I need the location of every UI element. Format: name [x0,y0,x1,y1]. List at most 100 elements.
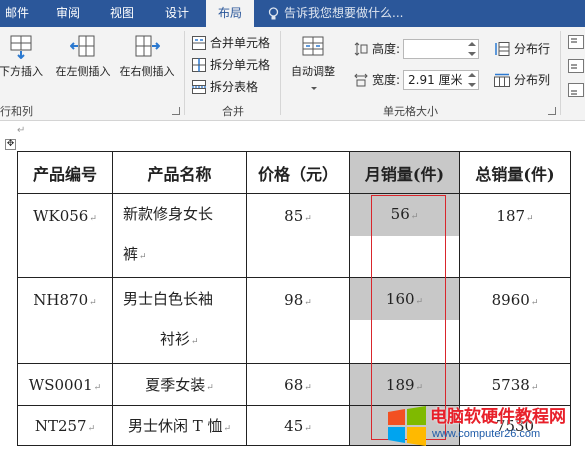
cell-total-sales[interactable]: 187↵ [459,193,571,278]
cell-size-launcher[interactable] [548,107,556,115]
insert-below-label: 下方插入 [0,65,43,78]
column-width-icon [354,73,368,87]
insert-right-label: 在右侧插入 [119,65,175,78]
autofit-button[interactable]: 自动调整 [285,33,341,95]
cell-price[interactable]: 45↵ [246,405,350,446]
paragraph-mark: ↵ [17,125,26,136]
insert-below-button[interactable]: 下方插入 [0,33,46,95]
group-separator [280,31,281,115]
windows-logo-icon [388,406,426,446]
align-top-left-icon[interactable] [568,35,584,49]
table-header-row: 产品编号 产品名称 价格（元） 月销量(件) 总销量(件) [17,151,571,194]
column-width-value: 2.91 厘米 [408,73,463,87]
height-label: 高度: [372,42,401,56]
cell-price[interactable]: 98↵ [246,277,350,364]
merge-cells-label: 合并单元格 [210,36,271,50]
cell-product-name[interactable]: 夏季女装↵ [112,363,247,406]
column-width-input[interactable]: 2.91 厘米 [403,70,479,90]
distribute-columns-icon [494,73,510,87]
row-height-input[interactable] [403,39,479,59]
insert-right-icon [135,35,160,57]
total-sales-value: 8960 [491,291,530,309]
cell-product-code[interactable]: NT257↵ [17,405,113,446]
total-sales-value: 5738 [491,375,530,394]
product-code: NH870 [33,291,89,309]
tab-mailings[interactable]: 邮件 [0,0,34,27]
insert-right-button[interactable]: 在右侧插入 [116,33,178,95]
split-cells-icon [192,58,206,72]
distribute-cols-button[interactable]: 分布列 [494,70,550,90]
merge-cells-button[interactable]: 合并单元格 [192,33,270,53]
distribute-rows-icon [495,42,510,56]
group-label-rows-cols: 行和列 [0,105,33,118]
cell-product-name[interactable]: 男士白色长袖 衬衫↵ [112,277,247,364]
distribute-rows-button[interactable]: 分布行 [494,39,550,59]
cell-total-sales[interactable]: 8960↵ [459,277,571,364]
header-cell[interactable]: 总销量(件) [459,151,571,194]
ribbon-layout-panel: 下方插入 在左侧插入 在右侧插入 行和列 合并单元格 拆分单元格 拆分表格 合并… [0,27,585,121]
rows-cols-launcher[interactable] [172,107,180,115]
split-cells-button[interactable]: 拆分单元格 [192,55,270,75]
row-height-spinner[interactable] [468,42,476,56]
autofit-icon [302,36,324,56]
header-cell[interactable]: 月销量(件) [349,151,460,194]
column-width-spinner[interactable] [468,73,476,87]
product-name-line1: 夏季女装 [145,376,206,394]
tab-view[interactable]: 视图 [102,0,142,27]
align-bottom-left-icon[interactable] [568,83,584,97]
width-label-wrap: 宽度: [354,70,400,90]
cell-product-code[interactable]: WS0001↵ [17,363,113,406]
header-product-name: 产品名称 [147,164,212,184]
product-name-line2: 衬衫 [160,330,191,348]
product-code: NT257 [34,416,87,435]
height-label-wrap: 高度: [354,39,400,59]
price-value: 85 [284,207,304,225]
tab-design[interactable]: 设计 [156,0,198,27]
cell-product-code[interactable]: WK056↵ [17,193,113,278]
split-table-button[interactable]: 拆分表格 [192,77,258,97]
autofit-dropdown-icon[interactable] [311,87,317,90]
price-value: 68 [284,375,304,394]
cell-price[interactable]: 68↵ [246,363,350,406]
product-name-line1: 新款修身女长 [123,205,214,223]
merge-cells-icon [192,36,206,50]
tell-me-placeholder: 告诉我您想要做什么... [284,6,404,20]
total-sales-value: 187 [496,207,526,225]
tab-layout[interactable]: 布局 [206,0,254,27]
product-name-line2: 裤 [123,245,139,263]
cell-product-code[interactable]: NH870↵ [17,277,113,364]
price-value: 98 [284,291,304,309]
group-separator [560,31,561,115]
insert-left-icon [70,35,95,57]
distribute-rows-label: 分布行 [514,42,551,56]
cell-product-name[interactable]: 新款修身女长 裤↵ [112,193,247,278]
tab-review[interactable]: 审阅 [48,0,88,27]
cell-product-name[interactable]: 男士休闲 T 恤↵ [112,405,247,446]
price-value: 45 [284,416,304,435]
insert-left-label: 在左侧插入 [55,65,111,78]
header-cell[interactable]: 产品名称 [112,151,247,194]
distribute-cols-label: 分布列 [514,73,551,87]
tell-me-box[interactable]: 告诉我您想要做什么... [268,0,403,27]
table-row: WK056↵ 新款修身女长 裤↵ 85↵ 56↵ 187↵ [17,193,571,278]
insert-left-button[interactable]: 在左侧插入 [52,33,114,95]
group-label-merge: 合并 [222,105,244,118]
split-cells-label: 拆分单元格 [210,58,271,72]
align-center-left-icon[interactable] [568,59,584,73]
product-name-line1: 男士白色长袖 [123,290,214,308]
product-code: WS0001 [28,375,93,394]
width-label: 宽度: [372,73,401,87]
group-separator [184,31,185,115]
insert-below-icon [10,35,32,59]
header-cell[interactable]: 价格（元） [246,151,350,194]
split-table-label: 拆分表格 [210,80,259,94]
table-move-handle[interactable]: ✥ [5,139,16,150]
row-height-icon [354,42,368,56]
header-price: 价格（元） [257,164,338,184]
lightbulb-icon [268,6,279,19]
cell-price[interactable]: 85↵ [246,193,350,278]
header-monthly-sales: 月销量(件) [364,164,445,184]
header-product-code: 产品编号 [32,164,97,184]
header-cell[interactable]: 产品编号 [17,151,113,194]
ribbon-tab-bar: 邮件 审阅 视图 设计 布局 告诉我您想要做什么... [0,0,585,27]
